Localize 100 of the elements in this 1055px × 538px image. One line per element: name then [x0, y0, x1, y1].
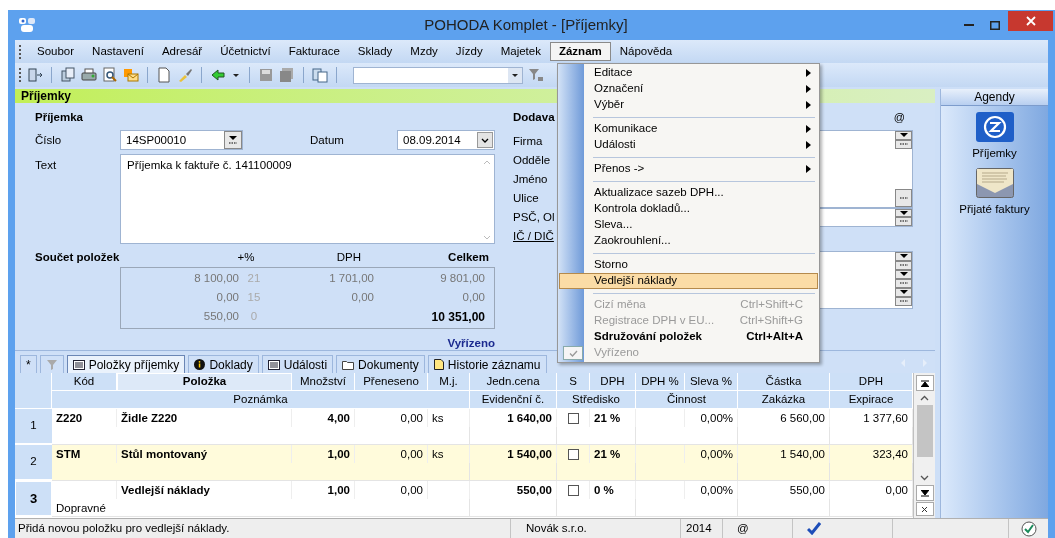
table-cell: ks [428, 409, 470, 427]
menu-item[interactable]: Majetek [491, 42, 550, 61]
menu-item[interactable]: Sklady [348, 42, 402, 61]
checkbox[interactable] [567, 448, 579, 460]
table-row[interactable]: Vedlejší náklady 1,00 0,00 550,00 0 % 0,00% 550,00 0,00 Dopravné [52, 481, 913, 517]
scroll-up-icon[interactable] [920, 395, 929, 401]
table-row[interactable]: Z220 Židle Z220 4,00 0,00 ks 1 640,00 21 % 0,00% 6 560,00 1 377,60 [52, 409, 913, 445]
menu-item[interactable]: Nastavení [83, 42, 153, 61]
check-circle-icon [1020, 520, 1037, 537]
document-icon[interactable] [156, 67, 172, 83]
dropdown-button[interactable] [895, 287, 912, 297]
menu-item[interactable]: Záznam [549, 42, 611, 61]
column-header[interactable]: M.j. [428, 373, 470, 391]
column-header[interactable]: DPH [590, 373, 636, 391]
menu-item[interactable]: Editace [559, 65, 818, 81]
menu-item[interactable]: Aktualizace sazeb DPH... [559, 185, 818, 201]
number-field[interactable]: 14SP00010 [120, 130, 243, 151]
dropdown-button[interactable] [895, 130, 912, 140]
menu-item[interactable]: Adresář [152, 42, 212, 61]
amount-text: 550,00 [202, 309, 239, 325]
menu-item[interactable]: Jízdy [446, 42, 492, 61]
column-header[interactable]: Zakázka [738, 391, 830, 409]
preview-icon[interactable] [102, 67, 118, 83]
scroll-down-icon[interactable] [920, 475, 929, 481]
door-icon[interactable] [27, 67, 43, 83]
menu-item[interactable]: Sleva... [559, 217, 818, 233]
row-number[interactable]: 1 [15, 409, 52, 445]
table-cell: 1 540,00 [738, 445, 830, 463]
menu-item[interactable]: Zaokrouhlení... [559, 233, 818, 249]
scroll-top-button[interactable] [915, 375, 934, 391]
table-cell: 1,00 [292, 481, 355, 499]
menu-item[interactable]: Události [559, 137, 818, 153]
copy-icon[interactable] [60, 67, 76, 83]
column-header[interactable]: Přeneseno [355, 373, 428, 391]
menu-item[interactable]: Mzdy [401, 42, 447, 61]
column-header[interactable]: Položka [117, 373, 292, 391]
menu-item[interactable]: Storno [559, 257, 818, 273]
ellipsis-button[interactable] [895, 260, 912, 270]
checkbox[interactable] [567, 412, 579, 424]
menu-item[interactable]: Účetnictví [211, 42, 280, 61]
field-label: Jméno [513, 172, 548, 188]
caret-icon [229, 136, 237, 141]
ellipsis-button[interactable] [895, 278, 912, 288]
brush-icon[interactable] [177, 67, 193, 83]
checkbox[interactable] [567, 484, 579, 496]
column-header[interactable]: Expirace [830, 391, 913, 409]
agenda-item[interactable]: Příjemky [972, 145, 1017, 163]
tab[interactable]: Doklady [188, 355, 259, 373]
ellipsis-button[interactable] [895, 296, 912, 306]
table-cell: ks [428, 445, 470, 463]
ellipsis-button[interactable] [895, 217, 912, 226]
tab[interactable]: Události [261, 355, 334, 373]
envelope-icon[interactable] [975, 168, 1014, 199]
menu-item[interactable]: Sdružování položek Ctrl+Alt+A [559, 329, 818, 345]
column-header[interactable]: Částka [738, 373, 830, 391]
save-all-icon[interactable] [279, 67, 295, 83]
info-icon [194, 359, 206, 370]
dropdown-button[interactable] [895, 251, 912, 261]
menu-item[interactable]: Fakturace [279, 42, 349, 61]
tab[interactable]: * [20, 355, 37, 373]
column-header[interactable]: Evidenční č. [470, 391, 557, 409]
ellipsis-icon [229, 142, 237, 145]
copy-icon[interactable] [312, 67, 328, 83]
column-header[interactable]: DPH % [636, 373, 685, 391]
column-header[interactable]: Poznámka [52, 391, 470, 409]
column-header[interactable]: Kód [52, 373, 117, 391]
ellipsis-button[interactable] [895, 139, 912, 149]
date-field[interactable]: 08.09.2014 [397, 130, 495, 151]
table-row[interactable]: STM Stůl montovaný 1,00 0,00 ks 1 540,00 21 % 0,00% 1 540,00 323,40 [52, 445, 913, 481]
table-cell: 550,00 [470, 481, 557, 499]
filter-icon[interactable] [528, 67, 544, 83]
tab[interactable]: Historie záznamu [427, 355, 547, 373]
tab[interactable]: Dokumenty [336, 355, 425, 373]
status-message: Přidá novou položku pro vedlejší náklady. [17, 520, 231, 536]
group-title: Příjemka [35, 110, 83, 125]
column-header[interactable]: Množství [292, 373, 355, 391]
row-number[interactable]: 2 [15, 445, 52, 481]
scrollbar-thumb[interactable] [916, 405, 933, 457]
column-header[interactable]: Sleva % [685, 373, 738, 391]
row-number[interactable]: 3 [15, 481, 52, 517]
back-arrow-icon[interactable] [210, 67, 226, 83]
menu-item[interactable]: Komunikace [559, 121, 818, 137]
menu-item[interactable]: Kontrola dokladů... [559, 201, 818, 217]
dropdown-button[interactable] [895, 269, 912, 279]
tab[interactable]: Položky příjemky [66, 355, 186, 373]
close-button[interactable] [915, 502, 934, 516]
menu-item[interactable]: Soubor [28, 42, 84, 61]
column-header[interactable]: S [557, 373, 590, 391]
printer-icon[interactable] [81, 67, 97, 83]
menu-item[interactable]: Nápověda [610, 42, 682, 61]
menu-item[interactable]: Přenos -> [559, 161, 818, 177]
column-header[interactable]: Středisko [557, 391, 636, 409]
agenda-item[interactable]: Přijaté faktury [959, 201, 1030, 219]
scroll-bottom-button[interactable] [915, 485, 934, 501]
column-header[interactable]: Činnost [636, 391, 738, 409]
menu-item[interactable]: Vedlejší náklady [559, 273, 818, 289]
table-cell: Dopravné [56, 502, 106, 514]
column-header[interactable]: DPH [830, 373, 913, 391]
column-header[interactable]: Jedn.cena [470, 373, 557, 391]
spin-button[interactable] [224, 131, 242, 150]
